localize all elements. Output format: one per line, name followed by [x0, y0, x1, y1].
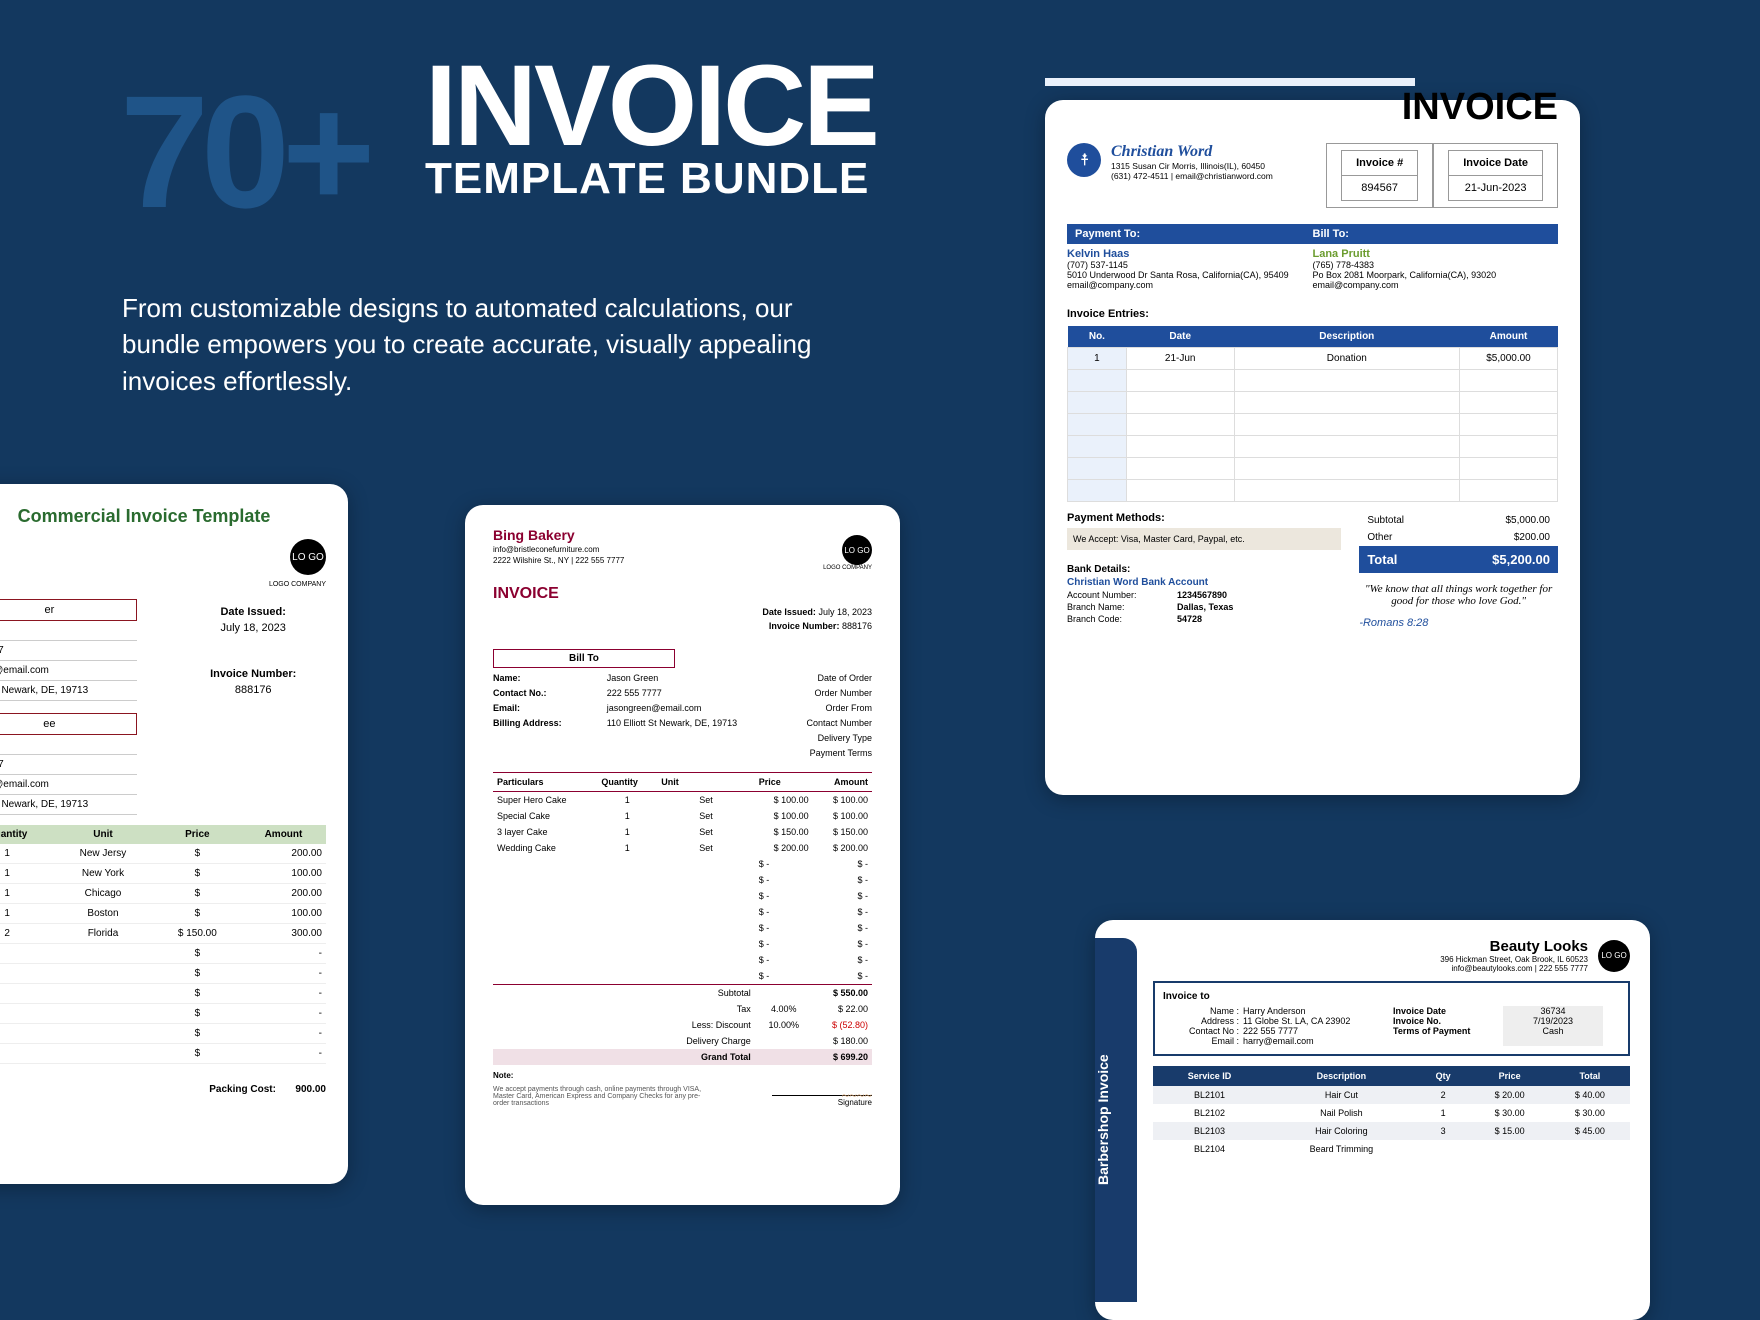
- cons-phone: 555 7777: [0, 755, 137, 775]
- seller-addr: Elliott St Newark, DE, 19713: [0, 681, 137, 701]
- bakery-email: info@bristleconefurniture.com: [493, 545, 872, 554]
- seller-email: ngreen@email.com: [0, 661, 137, 681]
- seller-header: er: [0, 599, 137, 621]
- note-text: We accept payments through cash, online …: [493, 1086, 701, 1107]
- commercial-table: QuantityUnitPriceAmount 1New Jersy$200.0…: [0, 825, 326, 1064]
- note-label: Note:: [493, 1071, 872, 1080]
- cons-name: n Green: [0, 735, 137, 755]
- invoice-heading: INVOICE: [1067, 86, 1558, 129]
- bakery-table: ParticularsQuantityUnitPriceAmount Super…: [493, 772, 872, 1065]
- seller-phone: 555 7777: [0, 641, 137, 661]
- services-table: Service IDDescriptionQtyPriceTotal BL210…: [1153, 1066, 1630, 1158]
- billto-header: Bill To: [493, 649, 675, 668]
- beauty-addr: 396 Hickman Street, Oak Brook, IL 60523: [1440, 955, 1588, 964]
- quote-ref: -Romans 8:28: [1359, 617, 1558, 629]
- date-value: July 18, 2023: [180, 618, 326, 638]
- payment-methods-text: We Accept: Visa, Master Card, Paypal, et…: [1067, 528, 1341, 550]
- invno-value: 888176: [180, 680, 326, 700]
- logo-label: LOGO COMPANY: [269, 581, 326, 588]
- commercial-invoice-card: Commercial Invoice Template LO GO LOGO C…: [0, 484, 348, 1184]
- bank-account-name: Christian Word Bank Account: [1067, 577, 1341, 588]
- christian-invoice-card: INVOICE Christian Word 1315 Susan Cir Mo…: [1045, 100, 1580, 795]
- company-addr: 1315 Susan Cir Morris, Illinois(IL), 604…: [1111, 161, 1273, 171]
- side-label: Barbershop Invoice: [1095, 938, 1137, 1302]
- logo-icon: LO GO: [842, 535, 872, 565]
- commercial-title: Commercial Invoice Template: [0, 506, 326, 539]
- cons-email: ngreen@email.com: [0, 775, 137, 795]
- beauty-phone: info@beautylooks.com | 222 555 7777: [1440, 964, 1588, 973]
- beauty-invoice-card: Barbershop Invoice Beauty Looks 396 Hick…: [1095, 920, 1650, 1320]
- invno-label: Invoice Number:: [180, 668, 326, 680]
- bakery-addr: 2222 Wilshire St., NY | 222 555 7777: [493, 556, 872, 565]
- cons-addr: Elliott St Newark, DE, 19713: [0, 795, 137, 815]
- quote-text: "We know that all things work together f…: [1359, 573, 1558, 617]
- seller-name: n Green: [0, 621, 137, 641]
- hero-prefix: 70+: [120, 60, 367, 244]
- company-phone: (631) 472-4511 | email@christianword.com: [1111, 171, 1273, 181]
- invoice-meta: Invoice #894567 Invoice Date21-Jun-2023: [1326, 143, 1558, 208]
- bank-details-label: Bank Details:: [1067, 564, 1341, 575]
- logo-label: LOGO COMPANY: [823, 565, 872, 571]
- beauty-name: Beauty Looks: [1440, 938, 1588, 955]
- hero-title: INVOICE: [425, 55, 877, 159]
- consignee-header: ee: [0, 713, 137, 735]
- hero: 70+ INVOICE TEMPLATE BUNDLE From customi…: [0, 0, 1760, 75]
- company-name: Christian Word: [1111, 143, 1273, 161]
- invoice-heading: INVOICE: [493, 585, 872, 603]
- logo-icon: LO GO: [1598, 940, 1630, 972]
- invoice-to-box: Invoice to Name :Harry AndersonInvoice D…: [1153, 981, 1630, 1056]
- logo-icon: LO GO: [290, 539, 326, 575]
- entries-table: No.DateDescriptionAmount 121-JunDonation…: [1067, 326, 1558, 502]
- date-label: Date Issued:: [180, 606, 326, 618]
- hero-subtitle: TEMPLATE BUNDLE: [425, 154, 877, 204]
- payment-methods-label: Payment Methods:: [1067, 512, 1341, 524]
- bakery-name: Bing Bakery: [493, 527, 872, 543]
- church-icon: [1067, 143, 1101, 177]
- hero-tagline: From customizable designs to automated c…: [122, 290, 842, 399]
- entries-label: Invoice Entries:: [1067, 308, 1558, 320]
- bakery-invoice-card: Bing Bakery info@bristleconefurniture.co…: [465, 505, 900, 1205]
